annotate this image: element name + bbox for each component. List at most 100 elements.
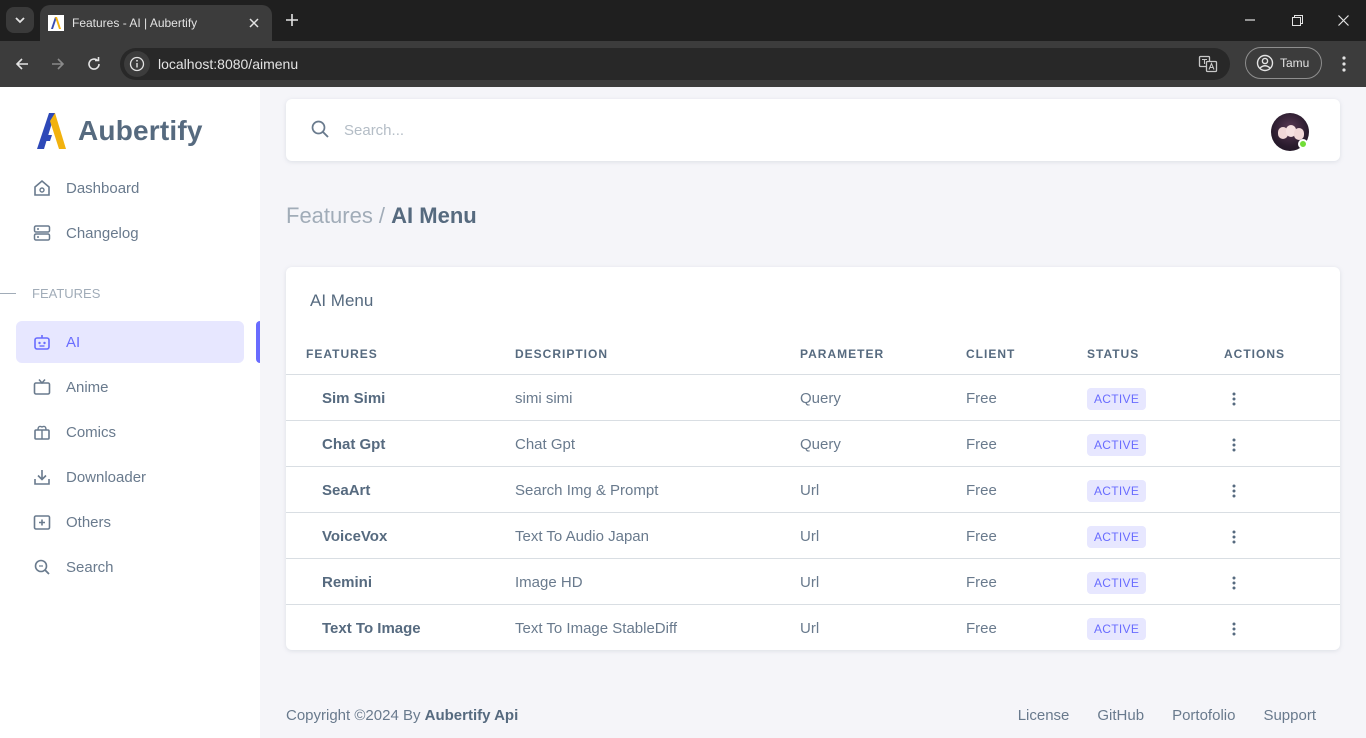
browser-tab-bar: Features - AI | Aubertify [0, 0, 1366, 41]
account-circle-icon [1256, 54, 1274, 72]
profile-name: Tamu [1280, 56, 1310, 70]
download-icon [34, 470, 50, 485]
profile-button[interactable]: Tamu [1245, 47, 1322, 79]
cell-parameter: Url [800, 574, 820, 591]
cell-description: Chat Gpt [515, 436, 576, 453]
table-row: VoiceVox Text To Audio Japan Url Free ACTIVE [286, 513, 1340, 559]
cell-client: Free [966, 574, 997, 591]
cell-parameter: Url [800, 528, 820, 545]
sidebar-item-others[interactable]: Others [16, 501, 244, 543]
active-indicator [256, 321, 260, 363]
column-header-client: CLIENT [966, 347, 1016, 361]
cell-description: Text To Audio Japan [515, 528, 649, 545]
translate-icon[interactable] [1198, 54, 1218, 74]
forward-arrow-icon[interactable] [47, 53, 69, 75]
chevron-down-icon [15, 17, 25, 24]
sidebar-item-search[interactable]: Search [16, 546, 244, 588]
search-input[interactable] [344, 115, 744, 145]
section-header-features: FEATURES [0, 286, 100, 301]
table-row: Chat Gpt Chat Gpt Query Free ACTIVE [286, 421, 1340, 467]
row-actions-menu-icon[interactable] [1224, 389, 1244, 409]
close-window-icon[interactable] [1333, 10, 1353, 30]
aubertify-logo-icon [37, 113, 66, 149]
cell-client: Free [966, 390, 997, 407]
page: Aubertify Dashboard Changelog FEATURES A… [0, 87, 1366, 738]
page-title: AI Menu [391, 203, 477, 228]
column-header-status: STATUS [1087, 347, 1140, 361]
card-title: AI Menu [310, 291, 374, 310]
row-actions-menu-icon[interactable] [1224, 619, 1244, 639]
table-row: Sim Simi simi simi Query Free ACTIVE [286, 375, 1340, 421]
footer-link-license[interactable]: License [1018, 707, 1070, 724]
footer-brand-link[interactable]: Aubertify Api [425, 707, 519, 724]
cell-parameter: Url [800, 620, 820, 637]
copyright-text: Copyright ©2024 By [286, 707, 425, 724]
cell-description: Text To Image StableDiff [515, 620, 678, 637]
reload-icon[interactable] [83, 53, 105, 75]
footer-link-portofolio[interactable]: Portofolio [1172, 707, 1235, 724]
cell-description: Image HD [515, 574, 583, 591]
status-badge: ACTIVE [1087, 388, 1147, 410]
url-text: localhost:8080/aimenu [158, 56, 299, 72]
section-header-label: FEATURES [32, 286, 101, 301]
cell-parameter: Query [800, 390, 841, 407]
sidebar-item-changelog[interactable]: Changelog [16, 212, 244, 254]
back-arrow-icon[interactable] [11, 53, 33, 75]
sidebar-item-label: AI [66, 333, 81, 351]
sidebar-item-downloader[interactable]: Downloader [16, 456, 244, 498]
plus-box-icon [33, 515, 51, 530]
status-badge: ACTIVE [1087, 572, 1147, 594]
footer-links: License GitHub Portofolio Support [1018, 707, 1316, 724]
minimize-icon[interactable] [1240, 10, 1260, 30]
cell-feature: Remini [322, 574, 373, 591]
status-badge: ACTIVE [1087, 618, 1147, 640]
table-header: FEATURES DESCRIPTION PARAMETER CLIENT ST… [286, 345, 1340, 375]
restore-icon[interactable] [1287, 10, 1307, 30]
cell-client: Free [966, 482, 997, 499]
tab-search-button[interactable] [6, 7, 34, 33]
search-icon [34, 559, 50, 575]
column-header-description: DESCRIPTION [515, 347, 609, 361]
sidebar-item-ai[interactable]: AI [16, 321, 244, 363]
ai-menu-card: AI Menu FEATURES DESCRIPTION PARAMETER C… [286, 267, 1340, 650]
online-status-dot [1298, 139, 1308, 149]
footer-link-support[interactable]: Support [1263, 707, 1316, 724]
bot-icon [34, 335, 50, 350]
search-icon [310, 119, 330, 144]
cell-feature: Sim Simi [322, 390, 386, 407]
sidebar-item-label: Dashboard [66, 179, 140, 197]
sidebar-item-label: Changelog [66, 224, 139, 242]
cell-feature: SeaArt [322, 482, 371, 499]
cell-client: Free [966, 620, 997, 637]
site-info-icon[interactable] [124, 51, 150, 77]
browser-tab[interactable]: Features - AI | Aubertify [40, 5, 272, 41]
row-actions-menu-icon[interactable] [1224, 573, 1244, 593]
sidebar-item-comics[interactable]: Comics [16, 411, 244, 453]
cell-client: Free [966, 528, 997, 545]
tab-close-icon[interactable] [246, 15, 262, 31]
sidebar-item-label: Comics [66, 423, 117, 441]
cell-feature: Text To Image [322, 620, 421, 637]
column-header-features: FEATURES [306, 347, 378, 361]
sidebar-item-dashboard[interactable]: Dashboard [16, 167, 244, 209]
footer-link-github[interactable]: GitHub [1097, 707, 1144, 724]
browser-menu-icon[interactable] [1334, 53, 1354, 75]
status-badge: ACTIVE [1087, 434, 1147, 456]
row-actions-menu-icon[interactable] [1224, 527, 1244, 547]
sidebar-item-anime[interactable]: Anime [16, 366, 244, 408]
new-tab-plus-icon[interactable] [282, 10, 302, 30]
top-navbar [286, 99, 1340, 161]
cell-feature: VoiceVox [322, 528, 388, 545]
sidebar: Aubertify Dashboard Changelog FEATURES A… [0, 87, 260, 738]
cell-description: Search Img & Prompt [515, 482, 659, 499]
row-actions-menu-icon[interactable] [1224, 435, 1244, 455]
status-badge: ACTIVE [1087, 480, 1147, 502]
book-icon [34, 425, 50, 440]
section-divider [0, 293, 16, 294]
row-actions-menu-icon[interactable] [1224, 481, 1244, 501]
column-header-actions: ACTIONS [1224, 347, 1285, 361]
table-row: Text To Image Text To Image StableDiff Url… [286, 605, 1340, 650]
address-bar[interactable]: localhost:8080/aimenu [120, 48, 1230, 80]
brand-logo[interactable]: Aubertify [36, 111, 203, 151]
breadcrumb-parent[interactable]: Features / [286, 203, 385, 228]
